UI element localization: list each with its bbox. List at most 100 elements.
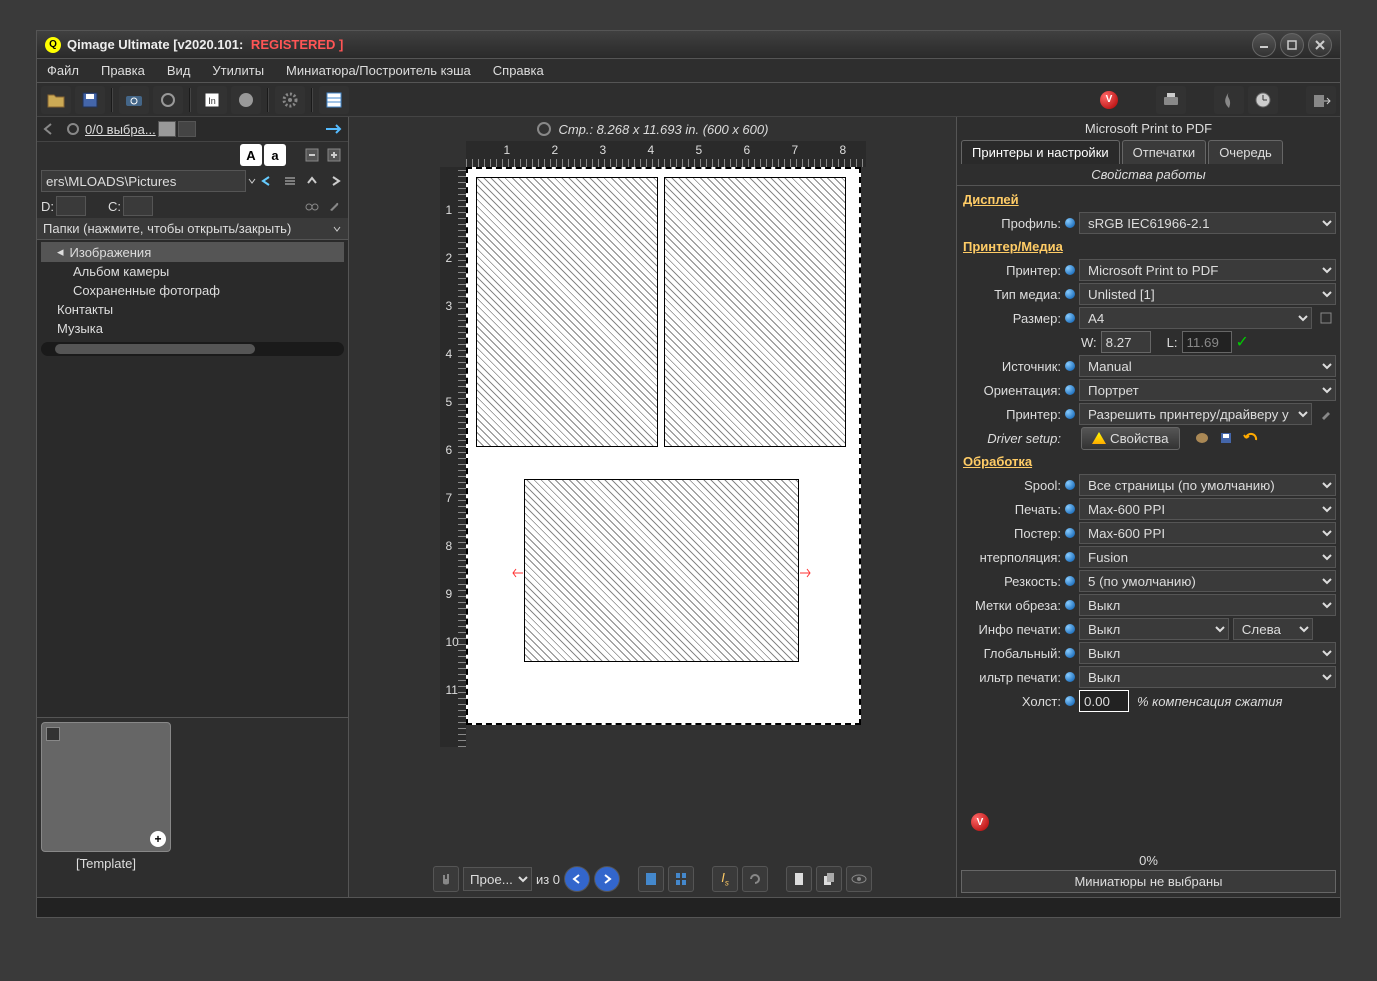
binoculars-icon[interactable] (302, 196, 322, 216)
gray-square-1[interactable] (158, 121, 176, 137)
menu-utils[interactable]: Утилиты (208, 61, 268, 80)
minimize-button[interactable] (1252, 33, 1276, 57)
history-back-icon[interactable] (41, 119, 61, 139)
info-dot-icon[interactable] (1065, 480, 1075, 490)
path-input[interactable] (41, 170, 246, 192)
info-dot-icon[interactable] (1065, 624, 1075, 634)
printer-mode-select[interactable]: Разрешить принтеру/драйверу у (1079, 403, 1312, 425)
resize-left-icon[interactable] (511, 568, 525, 578)
info-dot-icon[interactable] (1065, 576, 1075, 586)
v-badge-bottom-icon[interactable]: V (971, 813, 989, 831)
layout-box-3[interactable] (524, 479, 799, 662)
page-select[interactable]: Прое... (463, 867, 532, 891)
hand-icon[interactable] (433, 866, 459, 892)
resize-right-icon[interactable] (798, 568, 812, 578)
forward-arrow-icon[interactable] (324, 119, 344, 139)
info-dot-icon[interactable] (1065, 289, 1075, 299)
profile-select[interactable]: sRGB IEC61966-2.1 (1079, 212, 1336, 234)
tools-icon[interactable] (1316, 404, 1336, 424)
tree-item[interactable]: Контакты (41, 300, 344, 319)
drive-d-input[interactable] (56, 196, 86, 216)
print-ppi-select[interactable]: Max-600 PPI (1079, 498, 1336, 520)
tree-scrollbar[interactable] (41, 342, 344, 356)
export-icon[interactable] (1306, 86, 1336, 114)
folder-tree-header[interactable]: Папки (нажмите, чтобы открыть/закрыть) (37, 218, 348, 240)
wrench-icon[interactable] (324, 196, 344, 216)
canvas-area[interactable]: 12345678 1234567891011 (349, 141, 956, 861)
tab-prints[interactable]: Отпечатки (1122, 140, 1207, 164)
thumb-add-icon[interactable]: + (150, 831, 166, 847)
refresh-icon[interactable] (153, 86, 183, 114)
printer-select[interactable]: Microsoft Print to PDF (1079, 259, 1336, 281)
maximize-button[interactable] (1280, 33, 1304, 57)
info-dot-icon[interactable] (1065, 218, 1075, 228)
page-prev-icon[interactable] (564, 866, 590, 892)
info-dot-icon[interactable] (1065, 385, 1075, 395)
minus-icon[interactable] (302, 145, 322, 165)
nav-forward-icon[interactable] (324, 171, 344, 191)
tree-item[interactable]: Музыка (41, 319, 344, 338)
printinfo-side-select[interactable]: Слева (1233, 618, 1313, 640)
menu-thumb[interactable]: Миниатюра/Построитель кэша (282, 61, 475, 80)
info-dot-icon[interactable] (1065, 504, 1075, 514)
menu-help[interactable]: Справка (489, 61, 548, 80)
open-folder-icon[interactable] (41, 86, 71, 114)
info-dot-icon[interactable] (1065, 552, 1075, 562)
size-detail-icon[interactable] (1316, 308, 1336, 328)
tree-item-images[interactable]: ◂Изображения (41, 242, 344, 262)
template-thumbnail[interactable]: + (41, 722, 171, 852)
printinfo-select[interactable]: Выкл (1079, 618, 1229, 640)
info-dot-icon[interactable] (1065, 696, 1075, 706)
selection-count[interactable]: 0/0 выбра... (85, 122, 156, 137)
sharpness-select[interactable]: 5 (по умолчанию) (1079, 570, 1336, 592)
menu-view[interactable]: Вид (163, 61, 195, 80)
layout-multi-icon[interactable] (668, 866, 694, 892)
menu-edit[interactable]: Правка (97, 61, 149, 80)
dark-square[interactable] (178, 121, 196, 137)
rotate-icon[interactable] (742, 866, 768, 892)
menu-file[interactable]: Файл (43, 61, 83, 80)
filter-select[interactable]: Выкл (1079, 666, 1336, 688)
info-dot-icon[interactable] (1065, 361, 1075, 371)
clock-icon[interactable] (1248, 86, 1278, 114)
save-icon[interactable] (75, 86, 105, 114)
layout-box-2[interactable] (664, 177, 846, 447)
nav-back-icon[interactable] (258, 171, 278, 191)
width-input[interactable] (1101, 331, 1151, 353)
layout-box-1[interactable] (476, 177, 658, 447)
global-select[interactable]: Выкл (1079, 642, 1336, 664)
unit-icon[interactable] (231, 86, 261, 114)
text-is-icon[interactable]: Is (712, 866, 738, 892)
circle-icon[interactable] (63, 119, 83, 139)
save-small-icon[interactable] (1216, 428, 1236, 448)
doc-icon[interactable] (786, 866, 812, 892)
thumbnails-status[interactable]: Миниатюры не выбраны (961, 870, 1336, 893)
page-next-icon[interactable] (594, 866, 620, 892)
source-select[interactable]: Manual (1079, 355, 1336, 377)
page-preview[interactable] (466, 167, 861, 725)
plus-icon[interactable] (324, 145, 344, 165)
tab-queue[interactable]: Очередь (1208, 140, 1283, 164)
size-select[interactable]: A4 (1079, 307, 1312, 329)
info-dot-icon[interactable] (1065, 313, 1075, 323)
drive-c-input[interactable] (123, 196, 153, 216)
interp-select[interactable]: Fusion (1079, 546, 1336, 568)
tab-printers[interactable]: Принтеры и настройки (961, 140, 1120, 164)
a-icon[interactable]: a (264, 144, 286, 166)
info-dot-icon[interactable] (1065, 600, 1075, 610)
spool-select[interactable]: Все страницы (по умолчанию) (1079, 474, 1336, 496)
nav-up-icon[interactable] (302, 171, 322, 191)
tree-item[interactable]: Сохраненные фотограф (41, 281, 344, 300)
poster-select[interactable]: Max-600 PPI (1079, 522, 1336, 544)
v-badge-icon[interactable]: V (1100, 91, 1118, 109)
info-dot-icon[interactable] (1065, 672, 1075, 682)
tree-item[interactable]: Альбом камеры (41, 262, 344, 281)
eye-icon[interactable] (846, 866, 872, 892)
doc-copy-icon[interactable] (816, 866, 842, 892)
info-dot-icon[interactable] (1065, 648, 1075, 658)
orient-select[interactable]: Портрет (1079, 379, 1336, 401)
canvas-input[interactable] (1079, 690, 1129, 712)
length-input[interactable] (1182, 331, 1232, 353)
nav-list-icon[interactable] (280, 171, 300, 191)
camera-icon[interactable] (119, 86, 149, 114)
